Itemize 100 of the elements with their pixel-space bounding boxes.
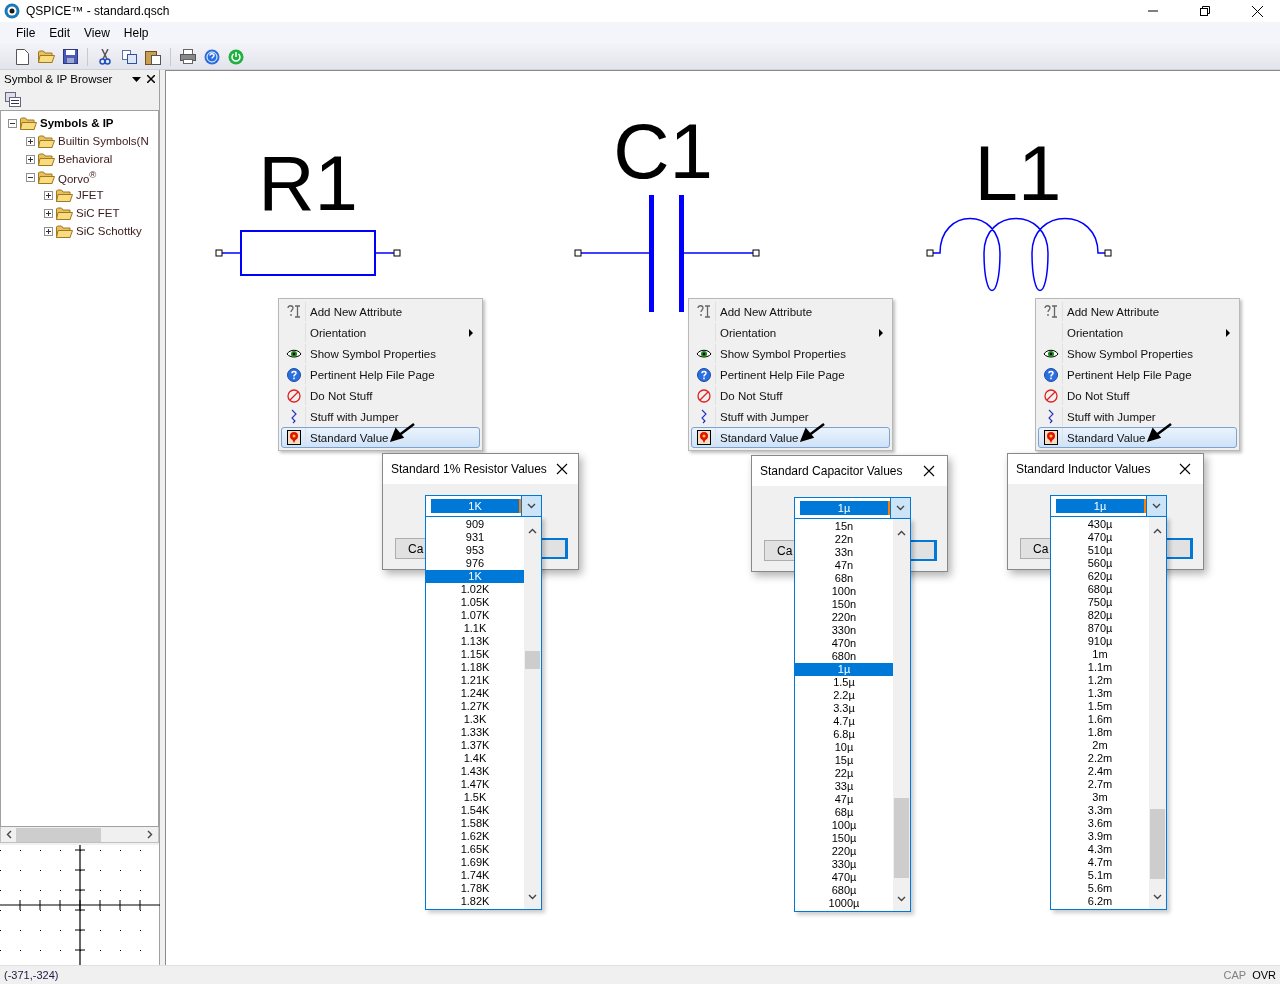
scroll-right-icon[interactable]: [147, 830, 153, 839]
tree-item[interactable]: SiC Schottky: [76, 225, 142, 237]
list-option[interactable]: 953: [426, 544, 524, 557]
menu-bar-item[interactable]: Help: [116, 26, 156, 40]
menu-item[interactable]: Do Not Stuff: [281, 385, 480, 406]
menu-item[interactable]: Stuff with Jumper: [1038, 406, 1237, 427]
list-option[interactable]: 47µ: [795, 793, 893, 806]
list-option[interactable]: 1.24K: [426, 687, 524, 700]
tree-item[interactable]: Behavioral: [58, 153, 113, 165]
list-option[interactable]: 1.62K: [426, 830, 524, 843]
collapse-icon[interactable]: [8, 118, 17, 128]
list-option[interactable]: 976: [426, 557, 524, 570]
list-option[interactable]: 5.1m: [1051, 869, 1149, 882]
list-option[interactable]: 1.1m: [1051, 661, 1149, 674]
tree-item[interactable]: SiC FET: [76, 207, 120, 219]
list-option[interactable]: 1.15K: [426, 648, 524, 661]
tree-item[interactable]: Builtin Symbols(N: [58, 135, 149, 147]
list-option[interactable]: 1.5K: [426, 791, 524, 804]
menu-item[interactable]: Add New Attribute: [1038, 301, 1237, 322]
list-option[interactable]: 2.2µ: [795, 689, 893, 702]
vertical-scrollbar[interactable]: [1149, 517, 1166, 909]
list-option[interactable]: 470µ: [1051, 531, 1149, 544]
list-option[interactable]: 3.9m: [1051, 830, 1149, 843]
list-option[interactable]: 1m: [1051, 648, 1149, 661]
restore-icon[interactable]: [1200, 6, 1210, 16]
scroll-up-icon[interactable]: [897, 530, 906, 536]
list-option[interactable]: 1.78K: [426, 882, 524, 895]
list-option[interactable]: 22µ: [795, 767, 893, 780]
dialog-button[interactable]: Ca: [764, 540, 794, 561]
list-option[interactable]: 100µ: [795, 819, 893, 832]
list-option[interactable]: 470µ: [795, 871, 893, 884]
expand-icon[interactable]: [44, 226, 53, 236]
horizontal-scrollbar[interactable]: [0, 827, 159, 843]
list-option[interactable]: 330µ: [795, 858, 893, 871]
menu-item[interactable]: Stuff with Jumper: [691, 406, 890, 427]
scroll-down-icon[interactable]: [1153, 894, 1162, 900]
list-option[interactable]: 680n: [795, 650, 893, 663]
menu-item[interactable]: Pertinent Help File Page: [281, 364, 480, 385]
list-option[interactable]: 2m: [1051, 739, 1149, 752]
list-option[interactable]: 100n: [795, 585, 893, 598]
list-option[interactable]: 909: [426, 518, 524, 531]
list-option[interactable]: 1.07K: [426, 609, 524, 622]
vertical-scrollbar[interactable]: [893, 519, 910, 911]
close-icon[interactable]: [147, 75, 155, 83]
menu-item[interactable]: Show Symbol Properties: [1038, 343, 1237, 364]
scrollbar-thumb[interactable]: [894, 798, 909, 878]
close-icon[interactable]: [1179, 463, 1191, 475]
scroll-up-icon[interactable]: [528, 528, 537, 534]
list-option[interactable]: 3.3µ: [795, 702, 893, 715]
print-icon[interactable]: [178, 46, 198, 67]
list-option[interactable]: 870µ: [1051, 622, 1149, 635]
list-option[interactable]: 15µ: [795, 754, 893, 767]
list-option[interactable]: 510µ: [1051, 544, 1149, 557]
dropdown-button[interactable]: [1146, 496, 1166, 516]
list-option[interactable]: 910µ: [1051, 635, 1149, 648]
list-option[interactable]: 1.8m: [1051, 726, 1149, 739]
tree-item[interactable]: JFET: [76, 189, 104, 201]
value-combobox[interactable]: 1µ: [794, 497, 911, 519]
list-option[interactable]: 1.4K: [426, 752, 524, 765]
list-option[interactable]: 680µ: [795, 884, 893, 897]
list-option[interactable]: 4.7m: [1051, 856, 1149, 869]
list-option[interactable]: 2.7m: [1051, 778, 1149, 791]
list-option[interactable]: 220n: [795, 611, 893, 624]
dialog-button[interactable]: Ca: [395, 538, 425, 559]
list-option[interactable]: 1.5m: [1051, 700, 1149, 713]
expand-icon[interactable]: [26, 154, 35, 164]
list-option[interactable]: 22n: [795, 533, 893, 546]
menu-item[interactable]: Pertinent Help File Page: [691, 364, 890, 385]
list-option[interactable]: 1.69K: [426, 856, 524, 869]
list-option[interactable]: 1.6m: [1051, 713, 1149, 726]
scrollbar-thumb[interactable]: [525, 651, 540, 669]
list-option[interactable]: 1.5µ: [795, 676, 893, 689]
list-option[interactable]: 33n: [795, 546, 893, 559]
list-option[interactable]: 560µ: [1051, 557, 1149, 570]
menu-item[interactable]: Orientation: [691, 322, 890, 343]
scrollbar-thumb[interactable]: [1150, 809, 1165, 879]
list-option[interactable]: 620µ: [1051, 570, 1149, 583]
list-option[interactable]: 150µ: [795, 832, 893, 845]
dropdown-button[interactable]: [890, 498, 910, 518]
list-option[interactable]: 4.7µ: [795, 715, 893, 728]
list-option[interactable]: 5.6m: [1051, 882, 1149, 895]
expand-icon[interactable]: [26, 136, 35, 146]
close-icon[interactable]: [1251, 5, 1263, 17]
list-option[interactable]: 1.65K: [426, 843, 524, 856]
scroll-down-icon[interactable]: [897, 896, 906, 902]
tree-item[interactable]: Symbols & IP: [40, 117, 114, 129]
list-option[interactable]: 6.2m: [1051, 895, 1149, 908]
collapse-icon[interactable]: [26, 172, 35, 182]
dropdown-button[interactable]: [521, 496, 541, 516]
scroll-left-icon[interactable]: [6, 830, 12, 839]
close-icon[interactable]: [556, 463, 569, 475]
schematic-canvas[interactable]: [165, 70, 1280, 965]
list-option[interactable]: 47n: [795, 559, 893, 572]
menu-item[interactable]: Do Not Stuff: [691, 385, 890, 406]
menu-item[interactable]: Add New Attribute: [281, 301, 480, 322]
list-option[interactable]: 220µ: [795, 845, 893, 858]
list-option[interactable]: 10µ: [795, 741, 893, 754]
list-option[interactable]: 1.54K: [426, 804, 524, 817]
list-option[interactable]: 820µ: [1051, 609, 1149, 622]
list-option[interactable]: 1.13K: [426, 635, 524, 648]
